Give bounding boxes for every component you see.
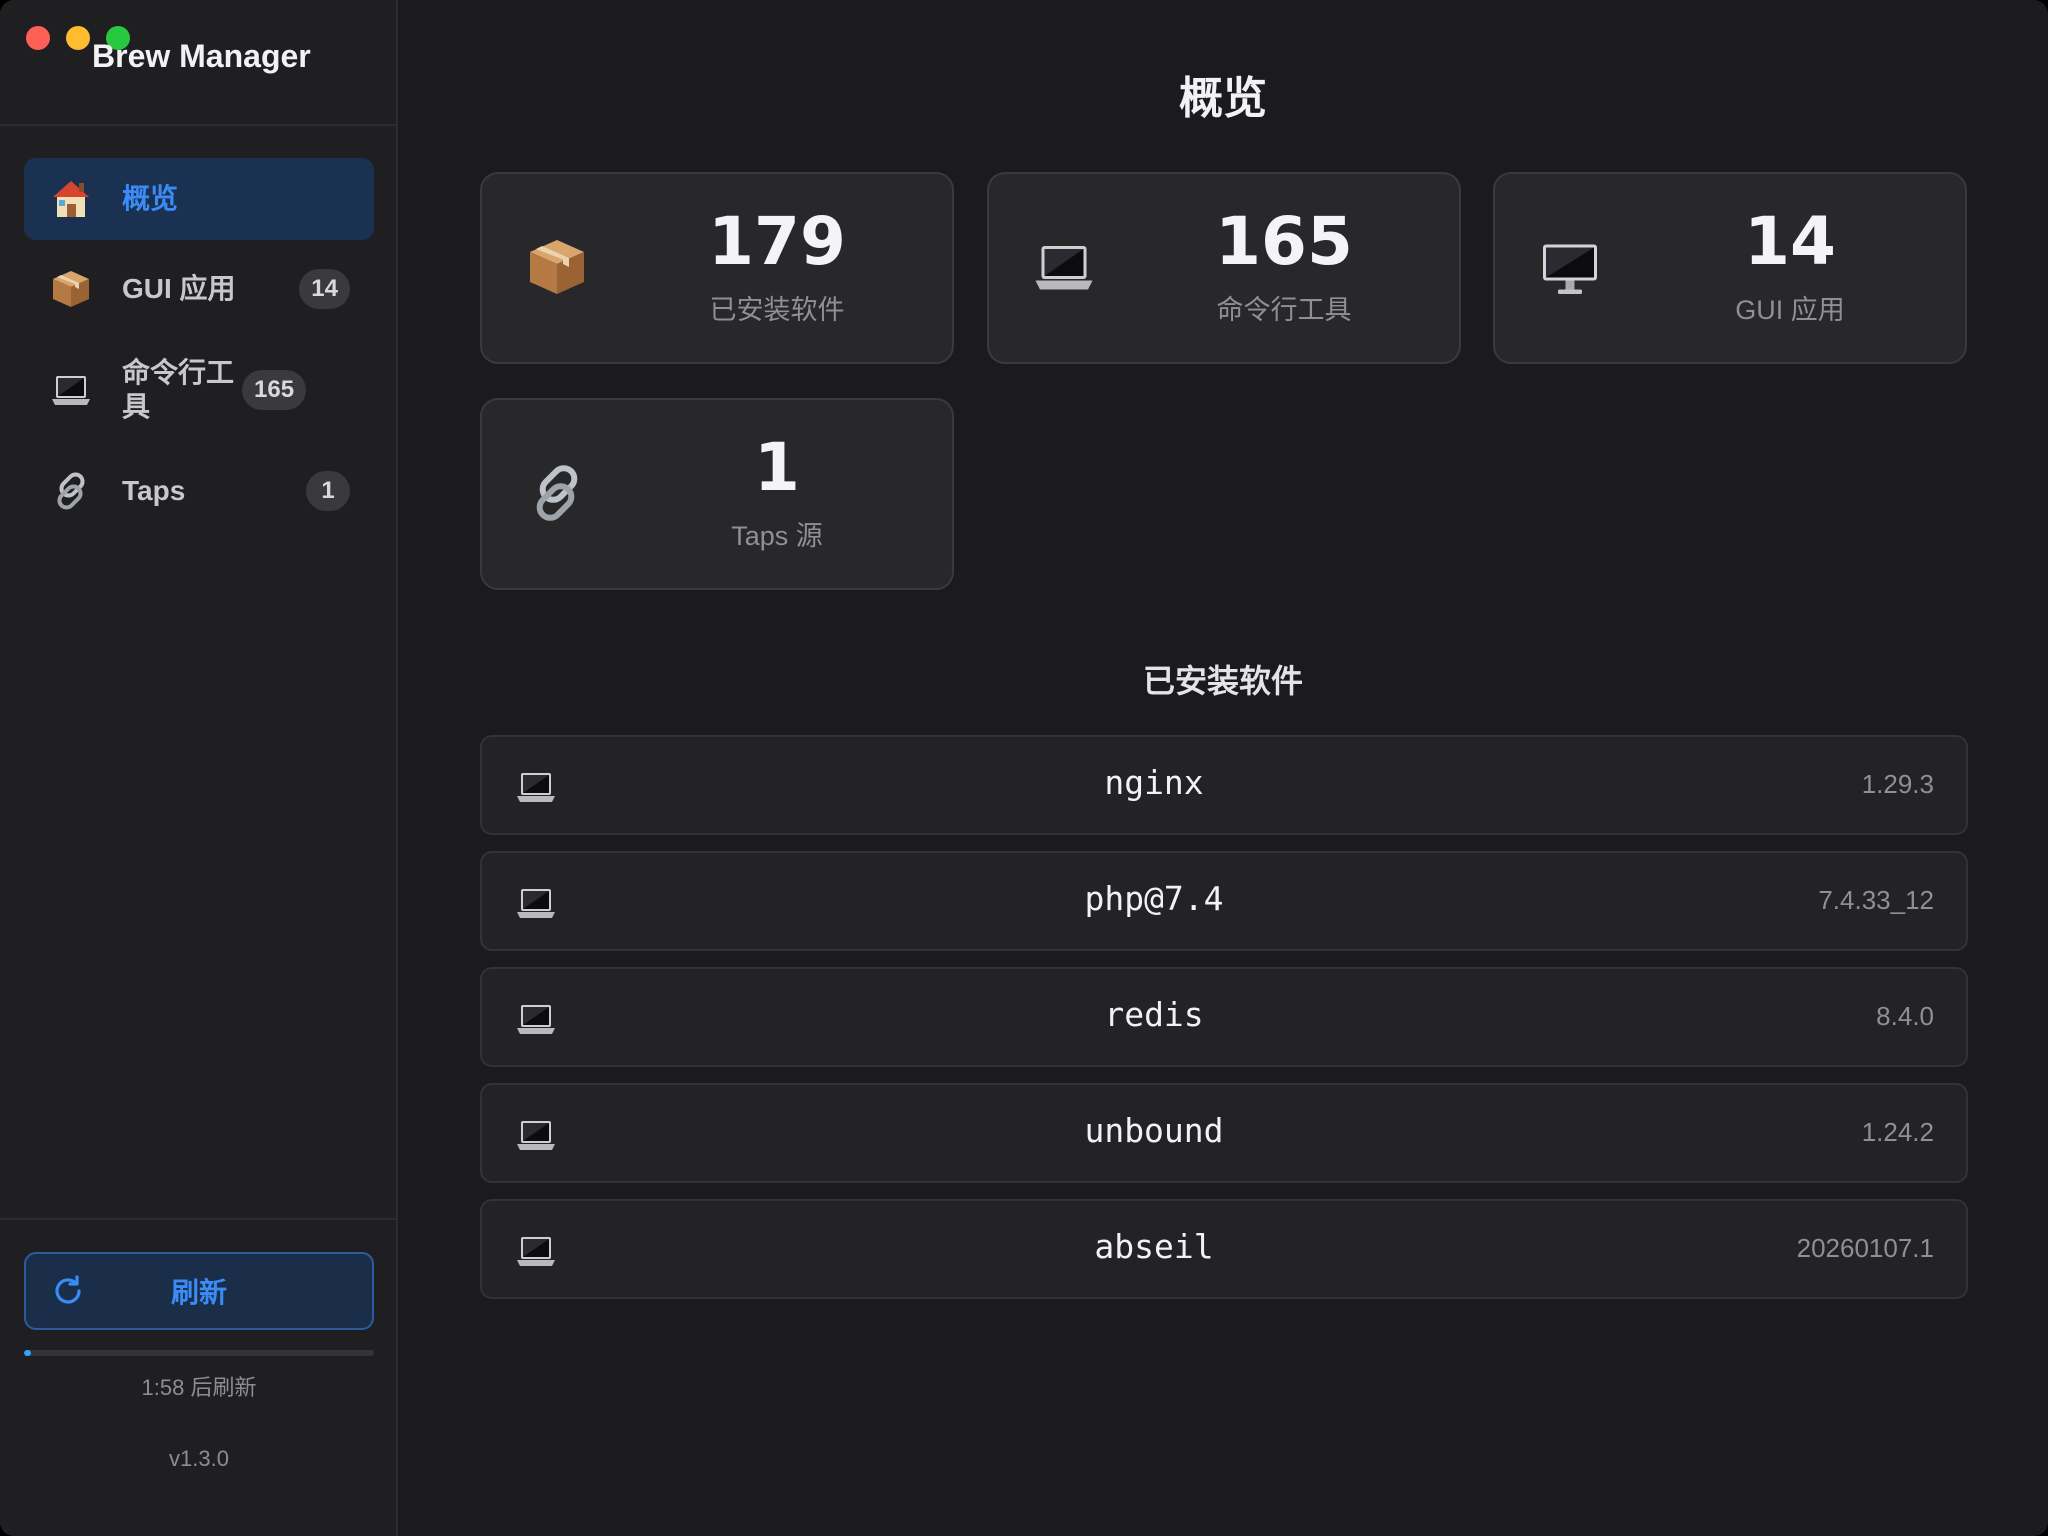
- laptop-icon: [48, 367, 94, 413]
- desktop-icon: [1535, 232, 1605, 302]
- list-item[interactable]: abseil 20260107.1: [480, 1199, 1968, 1299]
- stat-label: 已安装软件: [709, 295, 845, 325]
- list-item[interactable]: php@7.4 7.4.33_12: [480, 851, 1968, 951]
- package-name: abseil: [1094, 1227, 1214, 1266]
- stat-value: 165: [1215, 203, 1353, 280]
- link-icon: [48, 468, 94, 514]
- sidebar: Brew Manager 概览 GUI 应用 14 命令行工具 165 Taps…: [0, 0, 398, 1536]
- stat-label: GUI 应用: [1735, 295, 1845, 325]
- house-icon: [48, 176, 94, 222]
- package-version: 1.24.2: [1861, 1117, 1934, 1147]
- progress-fill: [24, 1350, 31, 1356]
- stat-value: 179: [708, 203, 846, 280]
- sidebar-item-label: 概览: [122, 183, 179, 214]
- laptop-icon: [1029, 232, 1099, 302]
- divider: [0, 1218, 396, 1220]
- minimize-window-button[interactable]: [66, 26, 90, 50]
- laptop-icon: [517, 1237, 555, 1266]
- close-window-button[interactable]: [26, 26, 50, 50]
- sidebar-item-gui-apps[interactable]: GUI 应用 14: [24, 248, 374, 330]
- main-content: 概览 179 已安装软件 165 命令行工具 14 GUI 应用 1 Taps …: [398, 0, 2048, 1536]
- package-icon: [48, 266, 94, 312]
- refresh-button[interactable]: 刷新: [24, 1252, 374, 1330]
- stat-card-cli-tools[interactable]: 165 命令行工具: [987, 172, 1461, 364]
- sidebar-item-cli-tools[interactable]: 命令行工具 165: [24, 338, 374, 442]
- list-item[interactable]: redis 8.4.0: [480, 967, 1968, 1067]
- list-item[interactable]: unbound 1.24.2: [480, 1083, 1968, 1183]
- list-item[interactable]: nginx 1.29.3: [480, 735, 1968, 835]
- stat-value: 14: [1744, 203, 1836, 280]
- stat-label: Taps 源: [731, 521, 823, 551]
- laptop-icon: [517, 773, 555, 802]
- sidebar-item-label: Taps: [122, 475, 186, 506]
- package-version: 8.4.0: [1876, 1001, 1934, 1031]
- package-list: nginx 1.29.3 php@7.4 7.4.33_12 redis 8.4…: [480, 735, 1968, 1315]
- app-title: Brew Manager: [92, 38, 311, 74]
- section-title: 已安装软件: [1142, 663, 1303, 699]
- laptop-icon: [517, 889, 555, 918]
- package-name: unbound: [1084, 1111, 1224, 1150]
- stat-value: 1: [754, 429, 800, 506]
- sidebar-nav: 概览 GUI 应用 14 命令行工具 165 Taps 1: [24, 158, 374, 540]
- package-version: 7.4.33_12: [1818, 885, 1934, 915]
- app-window: Brew Manager 概览 GUI 应用 14 命令行工具 165 Taps…: [0, 0, 2048, 1536]
- count-badge: 165: [242, 370, 307, 410]
- sidebar-item-taps[interactable]: Taps 1: [24, 450, 374, 532]
- refresh-label: 刷新: [170, 1277, 227, 1308]
- package-icon: [522, 232, 592, 302]
- laptop-icon: [517, 1005, 555, 1034]
- package-name: php@7.4: [1084, 879, 1224, 918]
- package-name: redis: [1104, 995, 1204, 1034]
- package-version: 20260107.1: [1796, 1233, 1934, 1263]
- stat-card-installed[interactable]: 179 已安装软件: [480, 172, 954, 364]
- link-icon: [522, 458, 592, 528]
- package-name: nginx: [1104, 763, 1204, 802]
- stat-card-taps[interactable]: 1 Taps 源: [480, 398, 954, 590]
- sidebar-item-label: GUI 应用: [122, 273, 236, 304]
- refresh-countdown: 1:58 后刷新: [141, 1375, 257, 1400]
- page-title: 概览: [1179, 74, 1267, 123]
- sidebar-item-label: 命令行工具: [122, 357, 235, 422]
- sidebar-item-overview[interactable]: 概览: [24, 158, 374, 240]
- package-version: 1.29.3: [1861, 769, 1934, 799]
- stat-card-gui-apps[interactable]: 14 GUI 应用: [1493, 172, 1967, 364]
- count-badge: 1: [306, 471, 350, 511]
- refresh-progress-bar: [24, 1350, 374, 1356]
- count-badge: 14: [299, 269, 350, 309]
- divider: [0, 124, 396, 126]
- app-version: v1.3.0: [169, 1446, 229, 1471]
- stat-label: 命令行工具: [1216, 295, 1352, 325]
- laptop-icon: [517, 1121, 555, 1150]
